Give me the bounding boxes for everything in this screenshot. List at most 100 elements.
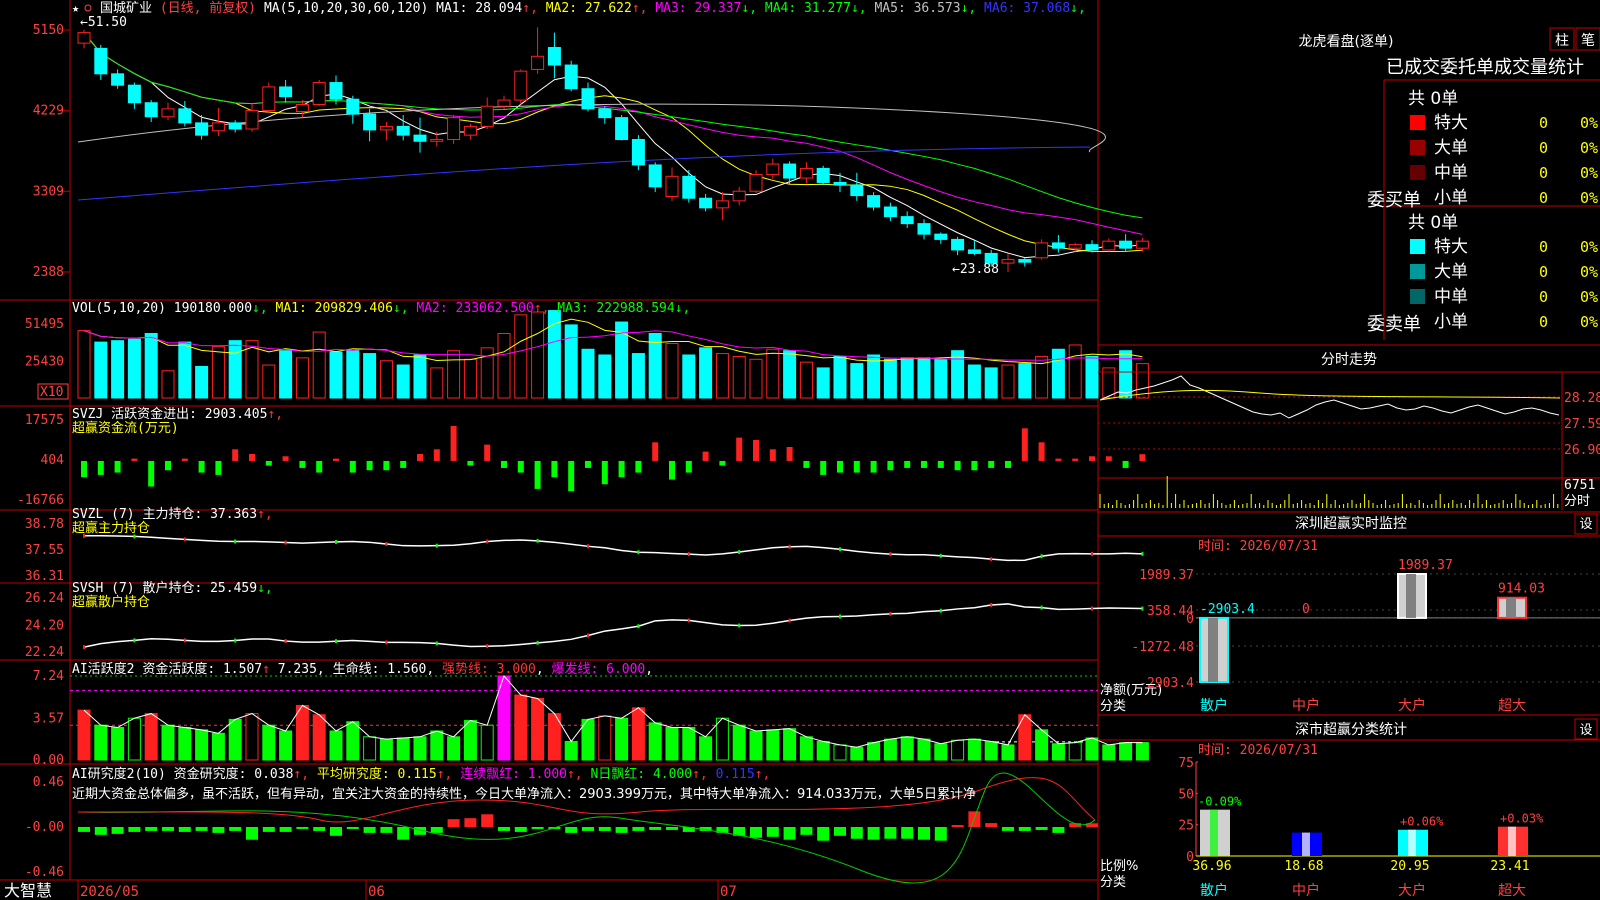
- ai1-bar: [598, 715, 612, 761]
- ai1-bar: [615, 717, 629, 761]
- ai1-bar: [262, 724, 276, 761]
- candle: [799, 167, 813, 179]
- sell-row-count: 0: [1539, 238, 1548, 256]
- text-run: N日飘红: 4.000: [590, 766, 692, 782]
- ai1-bar: [833, 744, 847, 761]
- vol-bar: [1085, 355, 1099, 399]
- vol-bar: [346, 350, 360, 399]
- vol-bar: [430, 367, 444, 399]
- svzj-bar: [467, 460, 474, 466]
- intraday-y-tick: 27.59: [1564, 417, 1600, 432]
- svzj-bar: [954, 460, 961, 471]
- svsh-tick: [939, 608, 942, 613]
- vol-bar: [967, 364, 981, 399]
- vol-bar: [749, 358, 763, 399]
- svzj-bar: [618, 460, 625, 478]
- sell-swatch: [1410, 264, 1425, 279]
- svzj-bar: [1005, 460, 1011, 468]
- candle: [951, 238, 965, 251]
- buy-row-name: 小单: [1434, 188, 1468, 208]
- lhb-tab-bi: 笔: [1581, 33, 1595, 49]
- candle: [94, 47, 108, 75]
- ai2-bar: [918, 827, 930, 840]
- svzl-tick: [435, 543, 438, 548]
- svzl-tick: [536, 538, 539, 543]
- vol-unit: X10: [40, 385, 63, 400]
- ai1-bar: [161, 724, 175, 761]
- monitor-xlabel: 分类: [1100, 699, 1126, 714]
- monitor-category: 大户: [1398, 697, 1426, 714]
- text-run: 0.115: [716, 767, 755, 782]
- sell-swatch: [1410, 289, 1425, 304]
- svzj-bar: [669, 460, 675, 480]
- text-run: ↓,: [257, 581, 273, 596]
- buy-row-count: 0: [1539, 114, 1548, 132]
- candle: [111, 73, 125, 86]
- text-run: ,: [426, 662, 442, 677]
- svzj-bar: [702, 451, 709, 461]
- ai2-bar: [447, 819, 460, 827]
- candle: [396, 125, 410, 136]
- candle: [564, 64, 578, 90]
- svsh-y-tick: 22.24: [25, 645, 64, 660]
- ai1-bar: [211, 732, 225, 761]
- svzj-bar: [131, 458, 138, 461]
- ai2-bar: [78, 827, 90, 832]
- ai2-bar: [229, 827, 242, 831]
- buy-total: 共 0单: [1408, 89, 1458, 109]
- vol-header: VOL(5,10,20) 190180.000↓, MA1: 209829.40…: [72, 301, 690, 316]
- candle: [447, 117, 461, 141]
- candle: [295, 103, 309, 112]
- vol-bar: [951, 350, 965, 399]
- main-header: 国城矿业 (日线, 前复权) MA(5,10,20,30,60,120) MA1…: [100, 0, 1086, 16]
- text-run: ↓,: [961, 1, 984, 16]
- ai1-bar: [463, 720, 477, 761]
- lhb-subtitle: 已成交委托单成交量统计: [1386, 57, 1584, 78]
- vol-bar: [799, 361, 813, 399]
- ai1-bar: [1051, 743, 1065, 761]
- sell-row-pct: 0%: [1580, 288, 1598, 306]
- vol-bar: [379, 360, 393, 399]
- ai2-bar: [430, 827, 443, 833]
- ai2-bar: [1002, 827, 1014, 831]
- svzj-bar: [601, 460, 608, 485]
- ma-line-1: [83, 32, 1143, 259]
- text-run: ↑,: [755, 767, 771, 782]
- vol-bar: [77, 330, 91, 399]
- svsh-tick: [435, 641, 438, 646]
- ai1-bar: [413, 736, 427, 761]
- class-category: 中户: [1292, 882, 1320, 899]
- ai1-bar: [430, 730, 444, 761]
- ai1-bar: [900, 736, 914, 761]
- svzj-bar: [853, 460, 860, 473]
- ai2-bar: [1035, 827, 1048, 830]
- candle: [262, 86, 276, 112]
- candle: [547, 47, 561, 66]
- vol-bar: [900, 357, 914, 399]
- buy-row-pct: 0%: [1580, 164, 1598, 182]
- svzj-y-tick: -16766: [17, 493, 64, 508]
- svsh-tick: [687, 618, 690, 623]
- svzj-bar: [165, 460, 171, 471]
- svzl-tick: [637, 550, 640, 555]
- sell-row-name: 小单: [1434, 312, 1468, 332]
- svzj-y-tick: 17575: [25, 413, 64, 428]
- candle: [531, 55, 545, 70]
- class-bar-shade: [1408, 829, 1416, 856]
- text-run: 国城矿业: [100, 1, 160, 16]
- svsh-tick: [1141, 606, 1144, 611]
- monitor-category: 超大: [1498, 698, 1526, 714]
- class-value-label: 23.41: [1490, 859, 1529, 874]
- sell-row-count: 0: [1539, 263, 1548, 281]
- svzl-tick: [788, 544, 791, 549]
- ai2-bar: [363, 827, 376, 833]
- svzl-y-tick: 37.55: [25, 543, 64, 558]
- class-category: 超大: [1498, 883, 1526, 899]
- text-run: ↑,: [267, 407, 283, 422]
- candle: [833, 181, 847, 186]
- svzj-bar: [417, 453, 423, 461]
- ai1-bar: [363, 736, 377, 761]
- ma-line-2: [83, 32, 1143, 252]
- ai2-bar: [766, 827, 779, 837]
- ai2-bar: [951, 825, 964, 827]
